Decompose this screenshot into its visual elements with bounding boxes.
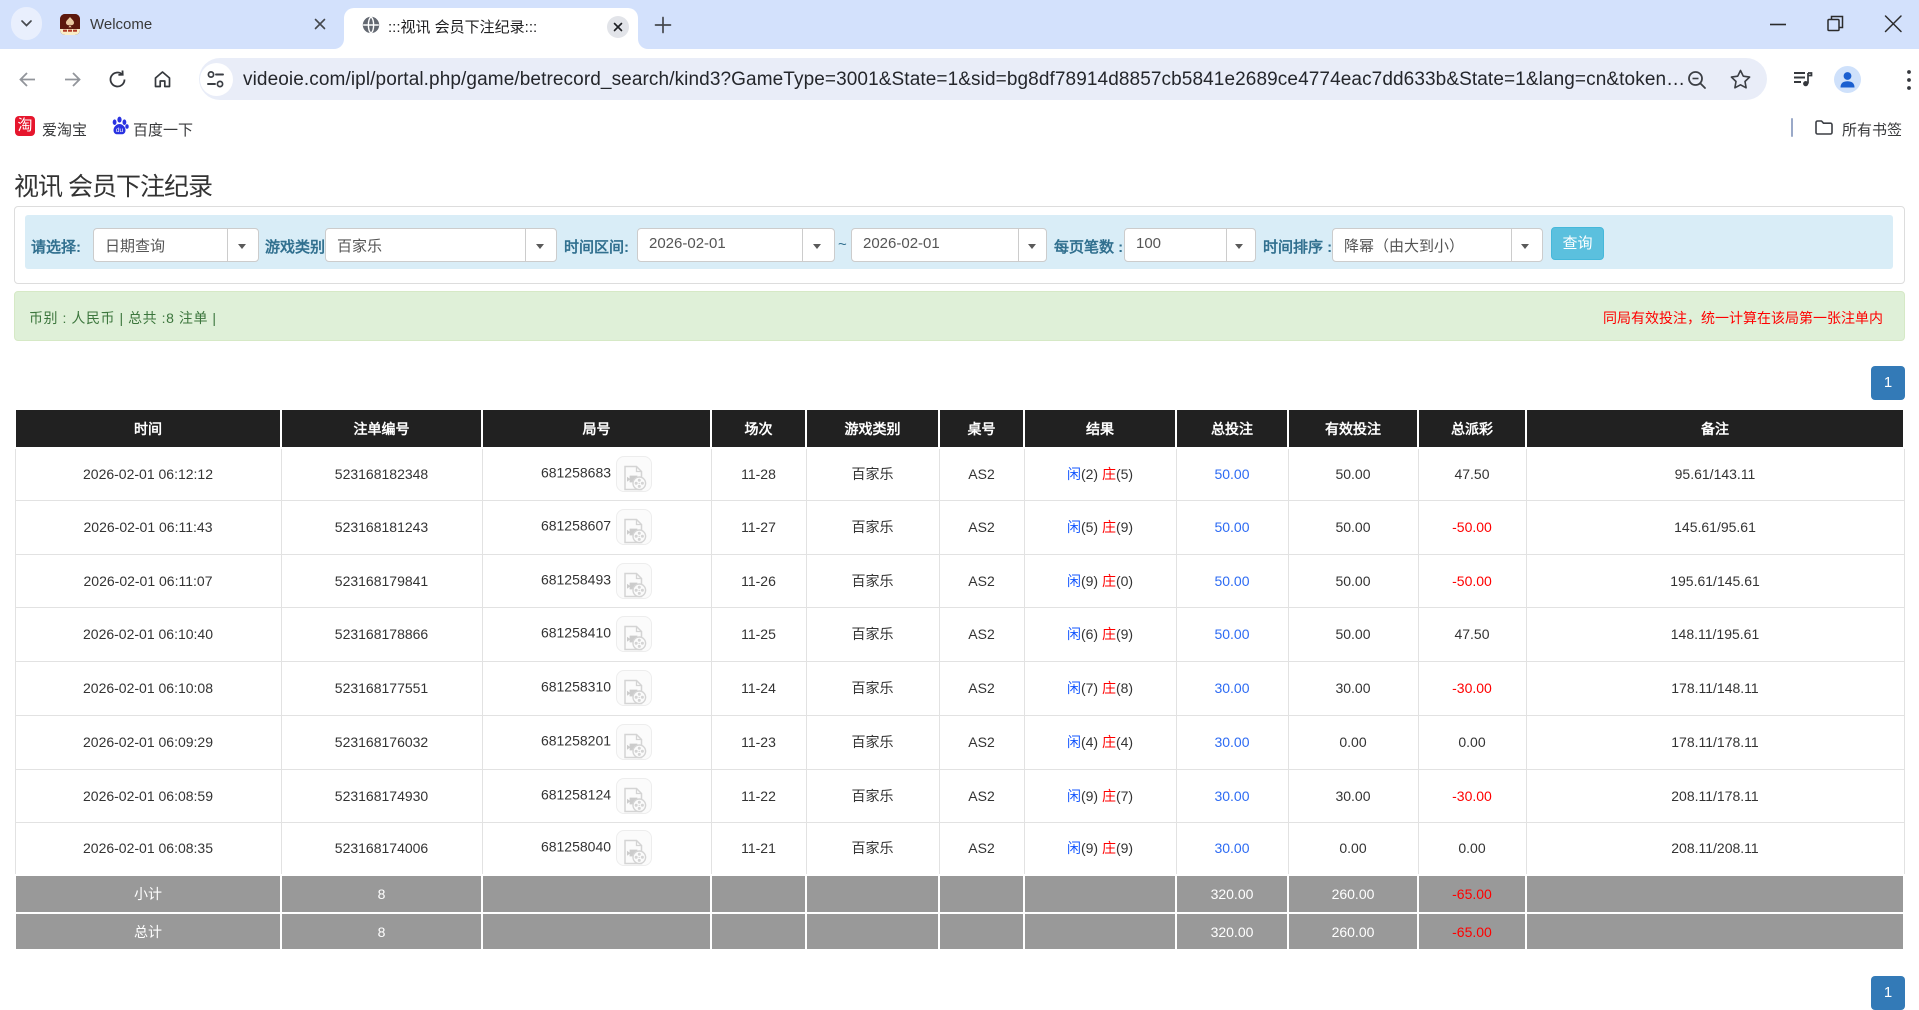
svg-text:du: du [116, 127, 124, 134]
